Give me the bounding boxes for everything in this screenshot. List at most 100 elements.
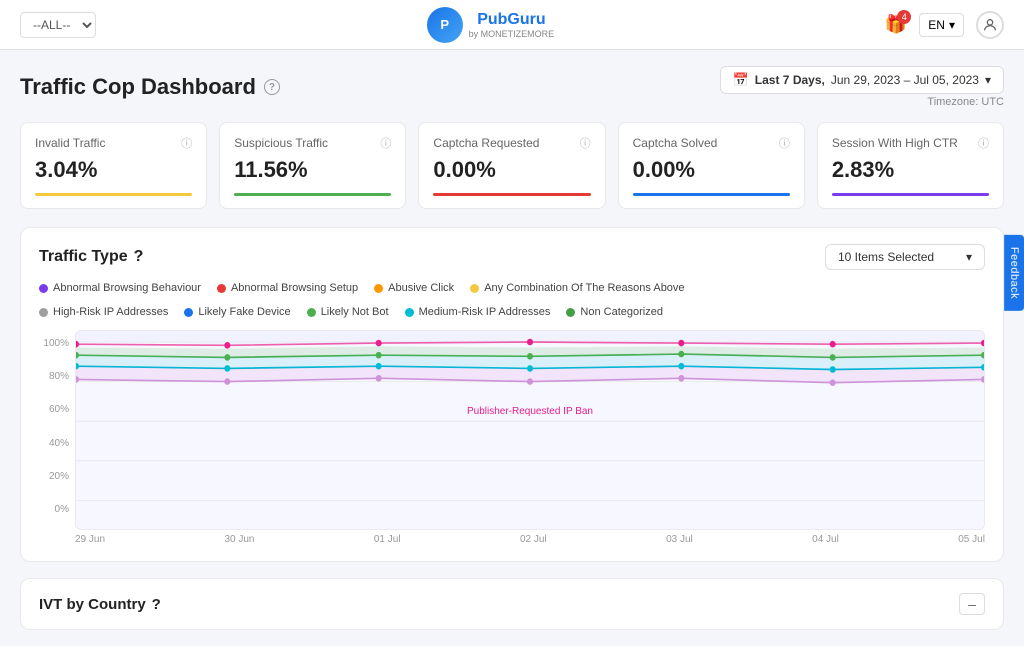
date-label: Last 7 Days, [755, 73, 825, 87]
kpi-help-icon[interactable]: ⓘ [380, 135, 391, 151]
kpi-header: Captcha Requested ⓘ [433, 135, 590, 151]
legend-item-5: Likely Fake Device [184, 306, 290, 318]
items-selected-label: 10 Items Selected [838, 250, 934, 264]
title-help-icon[interactable]: ? [264, 79, 280, 95]
kpi-value: 3.04% [35, 157, 192, 183]
kpi-label: Invalid Traffic [35, 136, 105, 150]
legend-item-0: Abnormal Browsing Behaviour [39, 282, 201, 294]
collapse-button[interactable]: – [959, 593, 985, 615]
x-label-1: 30 Jun [224, 534, 254, 545]
ivt-header: IVT by Country ? – [39, 593, 985, 615]
kpi-card-invalid-traffic: Invalid Traffic ⓘ 3.04% [20, 122, 207, 209]
chart-svg [76, 331, 984, 529]
timezone-label: Timezone: UTC [927, 96, 1004, 108]
logo-text-area: PubGuru by MONETIZEMORE [469, 11, 555, 39]
site-selector[interactable]: --ALL-- [20, 12, 96, 38]
kpi-help-icon[interactable]: ⓘ [580, 135, 591, 151]
kpi-bar [35, 193, 192, 196]
x-axis: 29 Jun 30 Jun 01 Jul 02 Jul 03 Jul 04 Ju… [75, 530, 985, 545]
kpi-label: Captcha Requested [433, 136, 539, 150]
kpi-value: 0.00% [433, 157, 590, 183]
section-title-area: Traffic Type ? [39, 248, 143, 266]
y-axis: 100% 80% 60% 40% 20% 0% [39, 330, 75, 545]
kpi-label: Session With High CTR [832, 136, 958, 150]
legend-label-5: Likely Fake Device [198, 306, 290, 318]
chart-wrapper: 100% 80% 60% 40% 20% 0% Publisher-Reques… [39, 330, 985, 545]
legend-item-4: High-Risk IP Addresses [39, 306, 168, 318]
header-left: --ALL-- [20, 12, 96, 38]
traffic-type-section: Traffic Type ? 10 Items Selected ▾ Abnor… [20, 227, 1004, 562]
legend-dot-3 [470, 284, 479, 293]
x-label-5: 04 Jul [812, 534, 839, 545]
dropdown-chevron-icon: ▾ [966, 250, 972, 264]
kpi-help-icon[interactable]: ⓘ [978, 135, 989, 151]
kpi-header: Session With High CTR ⓘ [832, 135, 989, 151]
legend-label-0: Abnormal Browsing Behaviour [53, 282, 201, 294]
chart-area: Publisher-Requested IP Ban [75, 330, 985, 530]
feedback-tab[interactable]: Feedback [1004, 235, 1024, 311]
calendar-icon: 📅 [733, 72, 749, 88]
kpi-bar [832, 193, 989, 196]
x-label-6: 05 Jul [958, 534, 985, 545]
x-label-0: 29 Jun [75, 534, 105, 545]
logo-icon: P [427, 7, 463, 43]
kpi-card-suspicious-traffic: Suspicious Traffic ⓘ 11.56% [219, 122, 406, 209]
x-label-4: 03 Jul [666, 534, 693, 545]
header-right: 🎁 4 EN ▾ [885, 11, 1004, 39]
section-help-icon[interactable]: ? [134, 248, 144, 266]
chart-inner: Publisher-Requested IP Ban [75, 330, 985, 545]
date-chevron-icon: ▾ [985, 73, 991, 87]
date-range-button[interactable]: 📅 Last 7 Days, Jun 29, 2023 – Jul 05, 20… [720, 66, 1004, 94]
notification-badge: 4 [897, 10, 911, 24]
y-label-80: 80% [39, 371, 69, 382]
chart-legend-2: High-Risk IP Addresses Likely Fake Devic… [39, 306, 985, 318]
kpi-cards-row: Invalid Traffic ⓘ 3.04% Suspicious Traff… [20, 122, 1004, 209]
kpi-bar [433, 193, 590, 196]
legend-item-8: Non Categorized [566, 306, 663, 318]
notification-bell[interactable]: 🎁 4 [885, 14, 907, 35]
legend-dot-2 [374, 284, 383, 293]
page-title-area: Traffic Cop Dashboard ? [20, 74, 280, 100]
legend-label-2: Abusive Click [388, 282, 454, 294]
page-title: Traffic Cop Dashboard [20, 74, 256, 100]
ivt-section: IVT by Country ? – [20, 578, 1004, 630]
legend-item-6: Likely Not Bot [307, 306, 389, 318]
ivt-help-icon[interactable]: ? [152, 596, 161, 613]
y-label-40: 40% [39, 438, 69, 449]
kpi-value: 0.00% [633, 157, 790, 183]
y-label-60: 60% [39, 404, 69, 415]
main-content: Traffic Cop Dashboard ? 📅 Last 7 Days, J… [0, 50, 1024, 646]
legend-label-8: Non Categorized [580, 306, 663, 318]
y-label-20: 20% [39, 471, 69, 482]
kpi-value: 11.56% [234, 157, 391, 183]
legend-dot-0 [39, 284, 48, 293]
header-logo: P PubGuru by MONETIZEMORE [427, 7, 555, 43]
user-avatar[interactable] [976, 11, 1004, 39]
kpi-help-icon[interactable]: ⓘ [779, 135, 790, 151]
traffic-type-header: Traffic Type ? 10 Items Selected ▾ [39, 244, 985, 270]
legend-label-6: Likely Not Bot [321, 306, 389, 318]
y-label-100: 100% [39, 338, 69, 349]
legend-item-1: Abnormal Browsing Setup [217, 282, 358, 294]
legend-dot-5 [184, 308, 193, 317]
section-title: Traffic Type [39, 248, 128, 266]
kpi-help-icon[interactable]: ⓘ [181, 135, 192, 151]
kpi-header: Suspicious Traffic ⓘ [234, 135, 391, 151]
legend-dot-6 [307, 308, 316, 317]
items-selected-dropdown[interactable]: 10 Items Selected ▾ [825, 244, 985, 270]
kpi-bar [234, 193, 391, 196]
language-selector[interactable]: EN ▾ [919, 13, 964, 37]
legend-label-7: Medium-Risk IP Addresses [419, 306, 551, 318]
x-label-3: 02 Jul [520, 534, 547, 545]
kpi-card-high-ctr: Session With High CTR ⓘ 2.83% [817, 122, 1004, 209]
legend-dot-8 [566, 308, 575, 317]
dashboard-header: Traffic Cop Dashboard ? 📅 Last 7 Days, J… [20, 66, 1004, 108]
logo-subtitle: by MONETIZEMORE [469, 29, 555, 39]
legend-label-4: High-Risk IP Addresses [53, 306, 168, 318]
legend-dot-1 [217, 284, 226, 293]
logo-title: PubGuru [477, 11, 545, 29]
app-header: --ALL-- P PubGuru by MONETIZEMORE 🎁 4 EN… [0, 0, 1024, 50]
legend-item-7: Medium-Risk IP Addresses [405, 306, 551, 318]
chart-legend: Abnormal Browsing Behaviour Abnormal Bro… [39, 282, 985, 294]
date-range-area: 📅 Last 7 Days, Jun 29, 2023 – Jul 05, 20… [720, 66, 1004, 108]
